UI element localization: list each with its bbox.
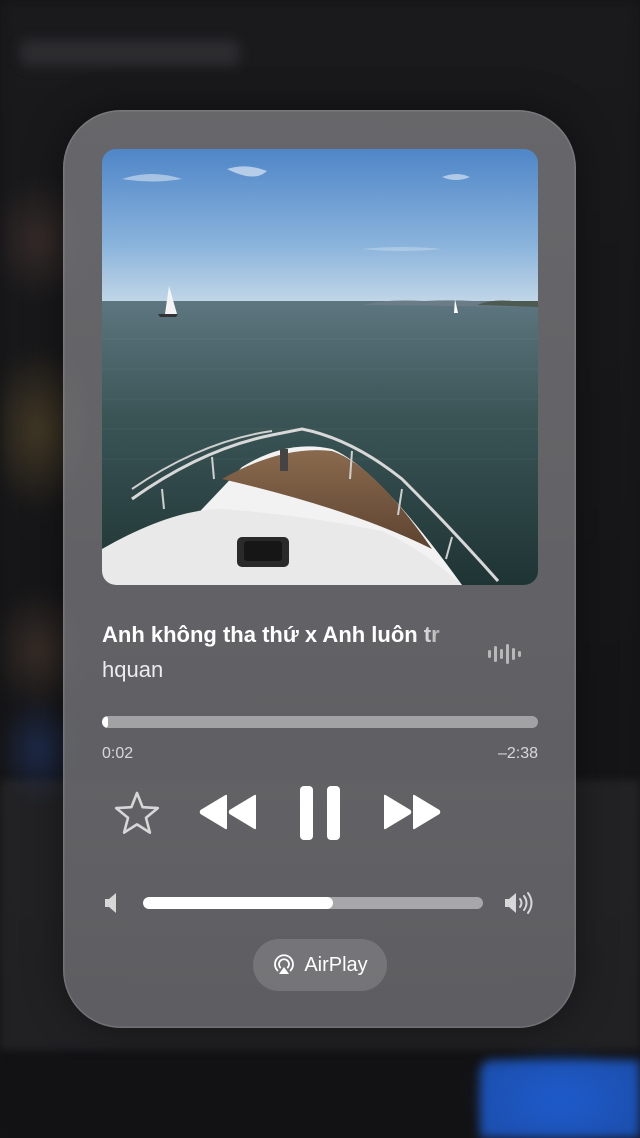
blurred-top-bar <box>20 40 240 66</box>
star-icon <box>114 791 160 834</box>
album-artwork[interactable] <box>102 149 538 585</box>
speaker-low-icon <box>105 893 116 913</box>
volume-level-fill <box>143 897 334 909</box>
blurred-send-button <box>480 1060 640 1138</box>
remaining-time: –2:38 <box>497 745 538 762</box>
artwork-image <box>102 149 538 585</box>
next-track-button[interactable] <box>381 790 443 834</box>
waveform-icon[interactable] <box>487 643 523 665</box>
airplay-button[interactable]: AirPlay <box>253 939 387 991</box>
now-playing-card: Anh không tha thứ x Anh luôn tr hquan 0:… <box>63 110 576 1028</box>
airplay-icon <box>274 954 295 974</box>
pause-button[interactable] <box>293 782 347 844</box>
playback-progress-fill <box>102 716 109 728</box>
speaker-high-icon <box>505 892 533 914</box>
track-title[interactable]: Anh không tha thứ x Anh luôn tr <box>102 622 467 648</box>
rewind-icon <box>199 794 256 830</box>
pause-icon <box>300 786 340 840</box>
airplay-label: AirPlay <box>304 953 368 976</box>
fast-forward-icon <box>384 794 441 830</box>
elapsed-time: 0:02 <box>102 745 134 762</box>
previous-track-button[interactable] <box>197 790 259 834</box>
favorite-button[interactable] <box>111 788 163 840</box>
playback-scrubber[interactable] <box>102 716 538 728</box>
track-artist[interactable]: hquan <box>102 657 163 683</box>
volume-slider[interactable] <box>143 897 483 909</box>
